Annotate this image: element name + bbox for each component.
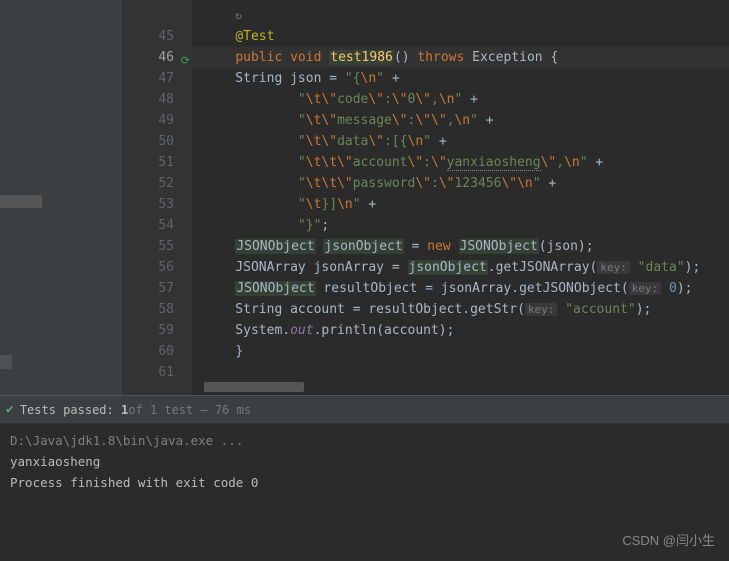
- code-line-current[interactable]: public void test1986() throws Exception …: [192, 47, 729, 68]
- code-line[interactable]: "\t\"message\":\"\",\n" +: [192, 110, 729, 131]
- code-line[interactable]: }: [192, 341, 729, 362]
- test-count: 1: [121, 403, 128, 417]
- code-line[interactable]: @Test: [192, 26, 729, 47]
- code-line[interactable]: "\t\"code\":\"0\",\n" +: [192, 89, 729, 110]
- code-line[interactable]: String account = resultObject.getStr(key…: [192, 299, 729, 320]
- param-hint: key:: [597, 261, 630, 274]
- console-line: D:\Java\jdk1.8\bin\java.exe ...: [10, 430, 719, 451]
- check-icon: ✔: [6, 402, 14, 417]
- test-detail: of 1 test – 76 ms: [128, 403, 251, 417]
- gutter-line[interactable]: 48: [122, 89, 192, 110]
- param-hint: key:: [525, 303, 558, 316]
- gutter-line[interactable]: 58: [122, 299, 192, 320]
- code-line[interactable]: JSONArray jsonArray = jsonObject.getJSON…: [192, 257, 729, 278]
- gutter-line-current[interactable]: 46⟳⊟: [122, 47, 192, 68]
- gutter-line[interactable]: 56: [122, 257, 192, 278]
- gutter-line[interactable]: 51: [122, 152, 192, 173]
- gutter-line[interactable]: 50: [122, 131, 192, 152]
- console-output[interactable]: D:\Java\jdk1.8\bin\java.exe ... yanxiaos…: [0, 424, 729, 499]
- code-line[interactable]: "\t}]\n" +: [192, 194, 729, 215]
- method-name: test1986: [329, 50, 394, 65]
- code-line[interactable]: "\t\t\"account\":\"yanxiaosheng\",\n" +: [192, 152, 729, 173]
- code-line[interactable]: "\t\t\"password\":\"123456\"\n" +: [192, 173, 729, 194]
- gutter-line[interactable]: 57: [122, 278, 192, 299]
- code-line[interactable]: ↻: [192, 5, 729, 26]
- panel-tab[interactable]: [0, 355, 12, 369]
- code-line[interactable]: "\t\"data\":[{\n" +: [192, 131, 729, 152]
- watermark: CSDN @闫小生: [622, 530, 715, 549]
- code-line[interactable]: System.out.println(account);: [192, 320, 729, 341]
- gutter-line[interactable]: 55: [122, 236, 192, 257]
- code-line[interactable]: "}";: [192, 215, 729, 236]
- code-line[interactable]: JSONObject jsonObject = new JSONObject(j…: [192, 236, 729, 257]
- code-line[interactable]: String json = "{\n" +: [192, 68, 729, 89]
- gutter-line[interactable]: 45: [122, 26, 192, 47]
- test-status-bar[interactable]: ✔ Tests passed: 1 of 1 test – 76 ms: [0, 396, 729, 424]
- horizontal-scrollbar[interactable]: [204, 382, 304, 392]
- gutter-line[interactable]: 54: [122, 215, 192, 236]
- code-editor[interactable]: ↻ @Test public void test1986() throws Ex…: [192, 0, 729, 395]
- code-line[interactable]: [192, 362, 729, 383]
- test-passed-label: Tests passed:: [20, 403, 114, 417]
- project-panel[interactable]: [0, 0, 122, 395]
- param-hint: key:: [629, 282, 662, 295]
- override-icon: ↻: [235, 9, 242, 22]
- gutter-line[interactable]: 53: [122, 194, 192, 215]
- gutter-line[interactable]: 61: [122, 362, 192, 383]
- gutter-line[interactable]: 49: [122, 110, 192, 131]
- panel-scrollbar[interactable]: [0, 195, 42, 208]
- code-line[interactable]: JSONObject resultObject = jsonArray.getJ…: [192, 278, 729, 299]
- gutter-line[interactable]: 52: [122, 173, 192, 194]
- console-line: yanxiaosheng: [10, 451, 719, 472]
- gutter-line[interactable]: 59: [122, 320, 192, 341]
- console-line: Process finished with exit code 0: [10, 472, 719, 493]
- editor-area: 45 46⟳⊟ 47 48 49 50 51 52 53 54 55 56 57…: [0, 0, 729, 395]
- line-gutter[interactable]: 45 46⟳⊟ 47 48 49 50 51 52 53 54 55 56 57…: [122, 0, 192, 395]
- gutter-line[interactable]: 60⊟: [122, 341, 192, 362]
- annotation: @Test: [235, 29, 274, 44]
- gutter-line[interactable]: [122, 5, 192, 26]
- gutter-line[interactable]: 47: [122, 68, 192, 89]
